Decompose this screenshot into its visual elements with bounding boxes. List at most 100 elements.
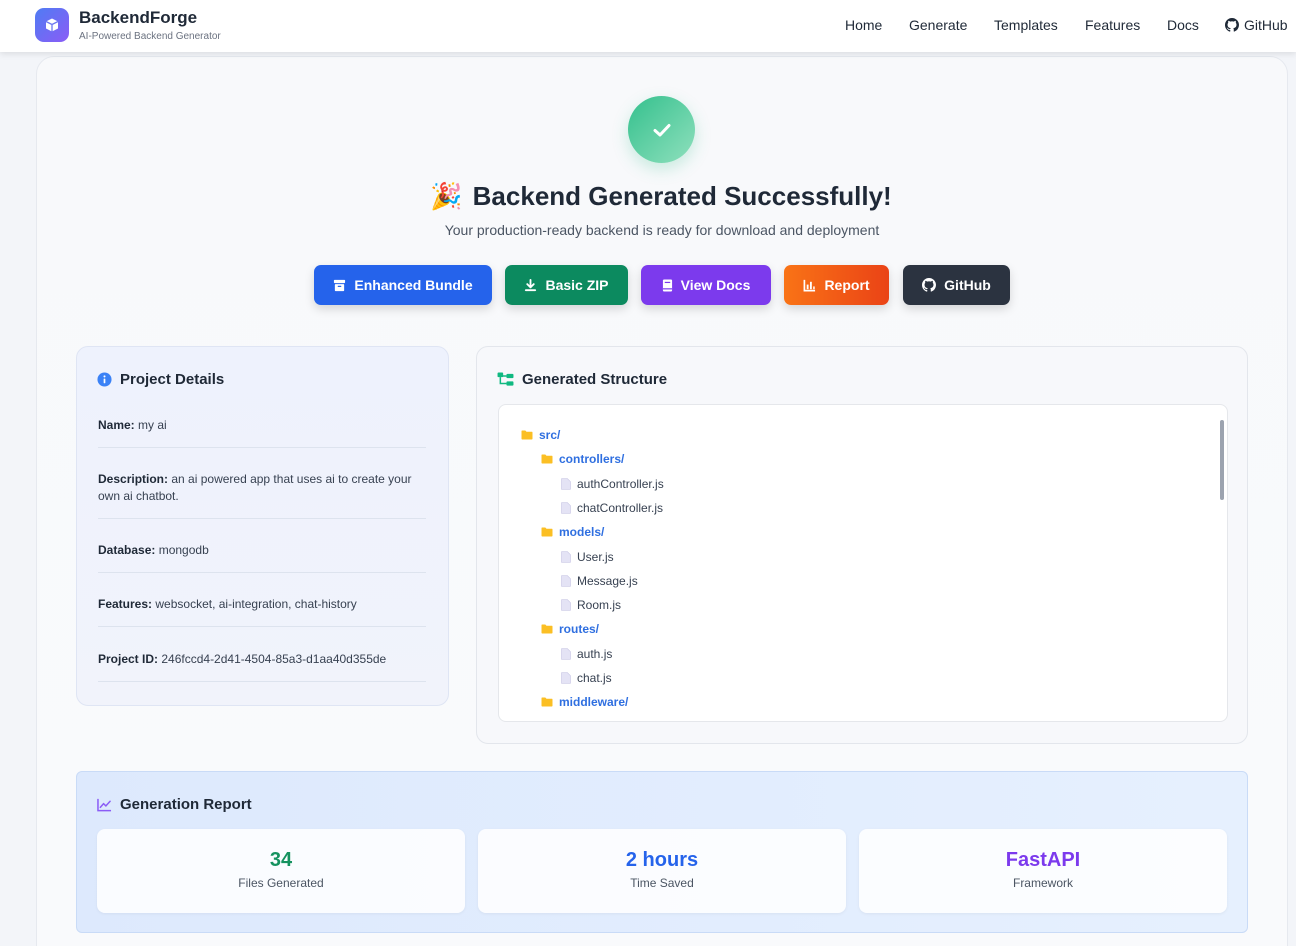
tree-item-label: models/: [559, 525, 605, 540]
nav-github[interactable]: GitHub: [1225, 17, 1288, 33]
tree-file[interactable]: Room.js: [561, 598, 621, 612]
detail-name-label: Name:: [98, 418, 135, 432]
tree-file[interactable]: chatController.js: [561, 501, 663, 515]
detail-features-label: Features:: [98, 597, 153, 611]
tree-file[interactable]: authController.js: [561, 477, 664, 491]
bar-chart-icon: [803, 279, 816, 291]
divider: [98, 518, 426, 519]
github-icon: [922, 278, 937, 292]
divider: [98, 572, 426, 573]
nav-features[interactable]: Features: [1085, 17, 1140, 33]
enhanced-bundle-button[interactable]: Enhanced Bundle: [314, 265, 492, 305]
check-icon: [653, 123, 670, 136]
tree-file[interactable]: Message.js: [561, 574, 638, 588]
generated-structure-title-text: Generated Structure: [522, 371, 668, 388]
file-icon: [561, 477, 571, 490]
tree-file[interactable]: chat.js: [561, 671, 612, 685]
detail-description: Description: an ai powered app that uses…: [98, 471, 426, 505]
basic-zip-label: Basic ZIP: [545, 277, 609, 293]
detail-project-id-value[interactable]: 246fccd4-2d41-4504-85a3-d1aa40d355de: [161, 652, 386, 666]
divider: [98, 681, 426, 682]
tree-item-label: User.js: [577, 549, 614, 564]
folder-icon: [541, 454, 553, 464]
cube-icon: [45, 18, 59, 32]
stat-value: 2 hours: [625, 849, 699, 871]
stat-framework: FastAPI Framework: [859, 829, 1227, 913]
enhanced-bundle-label: Enhanced Bundle: [354, 277, 473, 293]
tree-folder[interactable]: middleware/: [541, 695, 628, 709]
top-navbar: BackendForge AI-Powered Backend Generato…: [0, 0, 1296, 52]
file-icon: [561, 647, 571, 660]
info-icon: [97, 372, 112, 387]
scrollbar-thumb[interactable]: [1220, 420, 1224, 500]
generated-structure-card: Generated Structure src/controllers/auth…: [476, 346, 1248, 744]
generated-structure-title: Generated Structure: [497, 371, 667, 388]
tree-folder[interactable]: src/: [521, 428, 560, 442]
view-docs-label: View Docs: [680, 277, 751, 293]
success-badge: [628, 96, 695, 163]
report-button[interactable]: Report: [784, 265, 889, 305]
file-icon: [561, 574, 571, 587]
book-icon: [662, 279, 672, 291]
page-subtitle: Your production-ready backend is ready f…: [444, 222, 880, 238]
line-chart-icon: [97, 798, 112, 811]
stat-label: Framework: [1012, 876, 1073, 890]
tree-item-label: chat.js: [577, 671, 612, 685]
project-details-card: Project Details Name: my ai Description:…: [76, 346, 449, 706]
tree-item-label: controllers/: [559, 452, 625, 467]
github-button[interactable]: GitHub: [903, 265, 1010, 305]
report-label: Report: [824, 277, 870, 293]
brand-logo[interactable]: [35, 8, 69, 42]
tree-item-label: Room.js: [577, 598, 622, 613]
stat-label: Time Saved: [630, 876, 694, 890]
project-details-title-text: Project Details: [120, 371, 225, 388]
nav-docs[interactable]: Docs: [1167, 17, 1199, 33]
file-tree[interactable]: src/controllers/authController.js chatCon…: [498, 404, 1228, 722]
brand-tagline: AI-Powered Backend Generator: [79, 31, 221, 42]
generation-report-title: Generation Report: [97, 796, 252, 813]
file-icon: [561, 550, 571, 563]
detail-features: Features: websocket, ai-integration, cha…: [98, 596, 426, 613]
github-button-label: GitHub: [944, 277, 991, 293]
detail-features-value: websocket, ai-integration, chat-history: [155, 597, 357, 611]
generation-report-card: Generation Report 34 Files Generated 2 h…: [76, 771, 1248, 933]
tree-file[interactable]: User.js: [561, 550, 614, 564]
detail-database-label: Database:: [98, 543, 156, 557]
basic-zip-button[interactable]: Basic ZIP: [505, 265, 628, 305]
nav-generate[interactable]: Generate: [909, 17, 967, 33]
tree-item-label: chatController.js: [577, 500, 664, 515]
folder-icon: [541, 624, 553, 634]
page-title: 🎉 Backend Generated Successfully!: [0, 181, 1296, 212]
detail-name: Name: my ai: [98, 417, 426, 434]
detail-name-value: my ai: [138, 418, 167, 432]
brand-name[interactable]: BackendForge: [79, 8, 197, 28]
view-docs-button[interactable]: View Docs: [641, 265, 771, 305]
tree-file[interactable]: auth.js: [561, 647, 612, 661]
folder-icon: [521, 430, 533, 440]
nav-templates[interactable]: Templates: [994, 17, 1058, 33]
divider: [98, 626, 426, 627]
page-title-text: Backend Generated Successfully!: [472, 181, 892, 211]
tree-folder[interactable]: routes/: [541, 622, 599, 636]
github-icon: [1225, 18, 1239, 32]
detail-project-id: Project ID: 246fccd4-2d41-4504-85a3-d1aa…: [98, 651, 426, 668]
folder-icon: [541, 697, 553, 707]
tree-folder[interactable]: controllers/: [541, 452, 624, 466]
detail-database: Database: mongodb: [98, 542, 426, 559]
nav-home[interactable]: Home: [845, 17, 882, 33]
stat-time-saved: 2 hours Time Saved: [478, 829, 846, 913]
file-icon: [561, 672, 571, 684]
tree-item-label: Message.js: [577, 573, 638, 588]
divider: [98, 447, 426, 448]
file-icon: [561, 599, 571, 611]
party-popper-icon: 🎉: [430, 181, 463, 211]
nav-github-label: GitHub: [1244, 17, 1288, 33]
detail-project-id-label: Project ID:: [98, 652, 159, 666]
sitemap-icon: [497, 372, 514, 386]
tree-folder[interactable]: models/: [541, 525, 604, 539]
detail-database-value: mongodb: [158, 543, 209, 557]
tree-item-label: authController.js: [577, 476, 664, 491]
file-icon: [561, 502, 571, 514]
stat-value: FastAPI: [1005, 849, 1081, 871]
stat-value: 34: [269, 849, 293, 871]
